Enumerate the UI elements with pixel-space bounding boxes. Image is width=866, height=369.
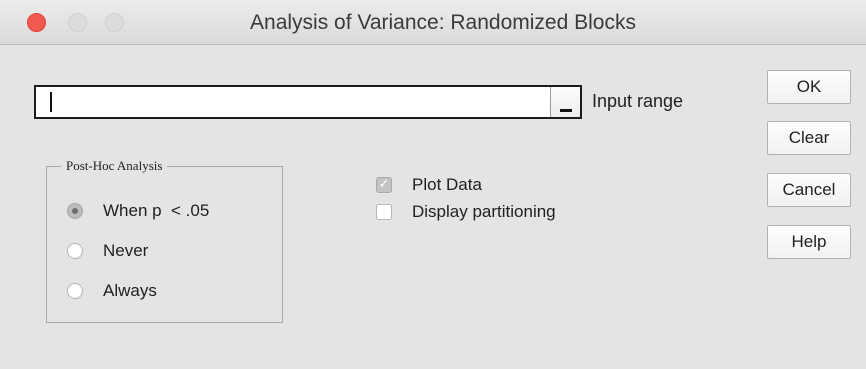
radio-always-label: Always: [103, 281, 157, 300]
input-range-field[interactable]: [34, 85, 582, 119]
radio-never[interactable]: Never: [67, 239, 148, 263]
range-select-button[interactable]: [550, 87, 580, 117]
dialog-window: Analysis of Variance: Randomized Blocks …: [0, 0, 866, 369]
posthoc-groupbox: Post-Hoc Analysis When p < .05 Never Alw…: [46, 158, 283, 323]
radio-button-icon[interactable]: [67, 283, 83, 299]
radio-when-p-label: When p < .05: [103, 201, 210, 220]
dialog-content: Input range Post-Hoc Analysis When p < .…: [0, 45, 866, 369]
radio-when-p[interactable]: When p < .05: [67, 199, 209, 223]
posthoc-legend: Post-Hoc Analysis: [61, 158, 168, 174]
text-caret: [50, 92, 52, 112]
title-bar: Analysis of Variance: Randomized Blocks: [0, 0, 866, 45]
checkbox-unchecked-icon[interactable]: [376, 204, 392, 220]
radio-always[interactable]: Always: [67, 279, 157, 303]
ok-button[interactable]: OK: [767, 70, 851, 104]
display-partitioning-label: Display partitioning: [412, 202, 556, 221]
checkbox-checked-icon[interactable]: [376, 177, 392, 193]
display-partitioning-checkbox[interactable]: Display partitioning: [376, 200, 556, 224]
help-button[interactable]: Help: [767, 225, 851, 259]
clear-button[interactable]: Clear: [767, 121, 851, 155]
radio-never-label: Never: [103, 241, 149, 260]
window-title: Analysis of Variance: Randomized Blocks: [250, 11, 636, 34]
radio-button-icon[interactable]: [67, 243, 83, 259]
plot-data-label: Plot Data: [412, 175, 482, 194]
radio-button-icon[interactable]: [67, 203, 83, 219]
cancel-button[interactable]: Cancel: [767, 173, 851, 207]
plot-data-checkbox[interactable]: Plot Data: [376, 173, 482, 197]
input-range-label: Input range: [592, 91, 684, 111]
